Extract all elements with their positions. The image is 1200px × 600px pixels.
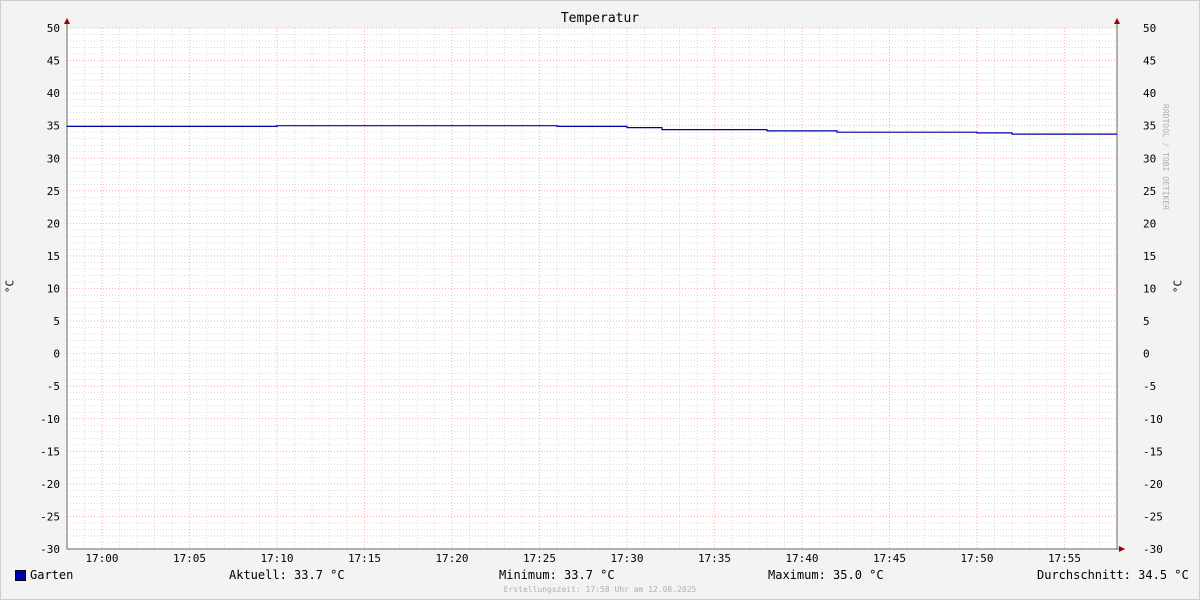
x-tick-label: 17:25 [523, 552, 556, 565]
y-tick-label-right: 0 [1143, 348, 1150, 361]
y-tick-label-left: 10 [47, 283, 60, 296]
y-tick-label-left: 25 [47, 185, 60, 198]
y-tick-label-right: 30 [1143, 152, 1156, 165]
y-tick-label-right: -30 [1143, 543, 1163, 556]
y-axis-arrow-left [64, 18, 70, 24]
y-tick-label-right: 35 [1143, 120, 1156, 133]
legend-minimum: Minimum: 33.7 °C [499, 568, 615, 582]
y-tick-label-left: 40 [47, 87, 60, 100]
x-tick-label: 17:15 [348, 552, 381, 565]
legend-series-name: Garten [30, 568, 74, 582]
x-tick-label: 17:30 [610, 552, 643, 565]
legend-maximum: Maximum: 35.0 °C [768, 568, 884, 582]
x-tick-label: 17:10 [260, 552, 293, 565]
y-tick-label-left: 50 [47, 22, 60, 35]
y-tick-label-right: -20 [1143, 478, 1163, 491]
x-tick-label: 17:45 [873, 552, 906, 565]
x-tick-label: 17:05 [173, 552, 206, 565]
y-tick-label-right: 10 [1143, 283, 1156, 296]
y-tick-label-left: 15 [47, 250, 60, 263]
y-tick-label-right: -5 [1143, 380, 1156, 393]
y-tick-label-left: -15 [40, 445, 60, 458]
y-tick-label-right: 5 [1143, 315, 1150, 328]
y-tick-label-left: 20 [47, 217, 60, 230]
y-tick-label-right: 45 [1143, 55, 1156, 68]
y-tick-label-left: -20 [40, 478, 60, 491]
creation-time-footer: Erstellungszeit: 17:58 Uhr am 12.08.2025 [503, 585, 697, 594]
x-tick-label: 17:55 [1048, 552, 1081, 565]
y-tick-label-right: 15 [1143, 250, 1156, 263]
y-tick-label-left: 5 [53, 315, 60, 328]
x-tick-label: 17:50 [960, 552, 993, 565]
y-tick-label-left: 0 [53, 348, 60, 361]
y-tick-label-right: 40 [1143, 87, 1156, 100]
y-tick-label-right: -25 [1143, 510, 1163, 523]
y-tick-label-left: -10 [40, 413, 60, 426]
y-tick-label-right: 20 [1143, 217, 1156, 230]
y-tick-label-left: -25 [40, 510, 60, 523]
y-tick-label-left: 30 [47, 152, 60, 165]
y-tick-label-left: 45 [47, 55, 60, 68]
y-tick-label-right: -10 [1143, 413, 1163, 426]
x-tick-label: 17:00 [85, 552, 118, 565]
y-tick-label-right: 25 [1143, 185, 1156, 198]
y-tick-label-right: -15 [1143, 445, 1163, 458]
x-tick-label: 17:35 [698, 552, 731, 565]
legend-aktuell: Aktuell: 33.7 °C [229, 568, 345, 582]
legend-durchschnitt: Durchschnitt: 34.5 °C [1037, 568, 1189, 582]
y-tick-label-right: 50 [1143, 22, 1156, 35]
y-tick-label-left: -30 [40, 543, 60, 556]
y-tick-label-left: 35 [47, 120, 60, 133]
graph-window: Temperatur °C °C RRDTOOL / TOBI OETIKER … [0, 0, 1200, 600]
y-axis-arrow-right [1114, 18, 1120, 24]
legend-swatch-garten [15, 570, 26, 581]
x-tick-label: 17:20 [435, 552, 468, 565]
x-tick-label: 17:40 [785, 552, 818, 565]
temperature-chart: 50 5045 4540 4035 3530 3025 2520 2015 1510 105 50 0… [40, 18, 1163, 565]
x-axis-arrow [1119, 546, 1125, 552]
y-tick-label-left: -5 [47, 380, 60, 393]
